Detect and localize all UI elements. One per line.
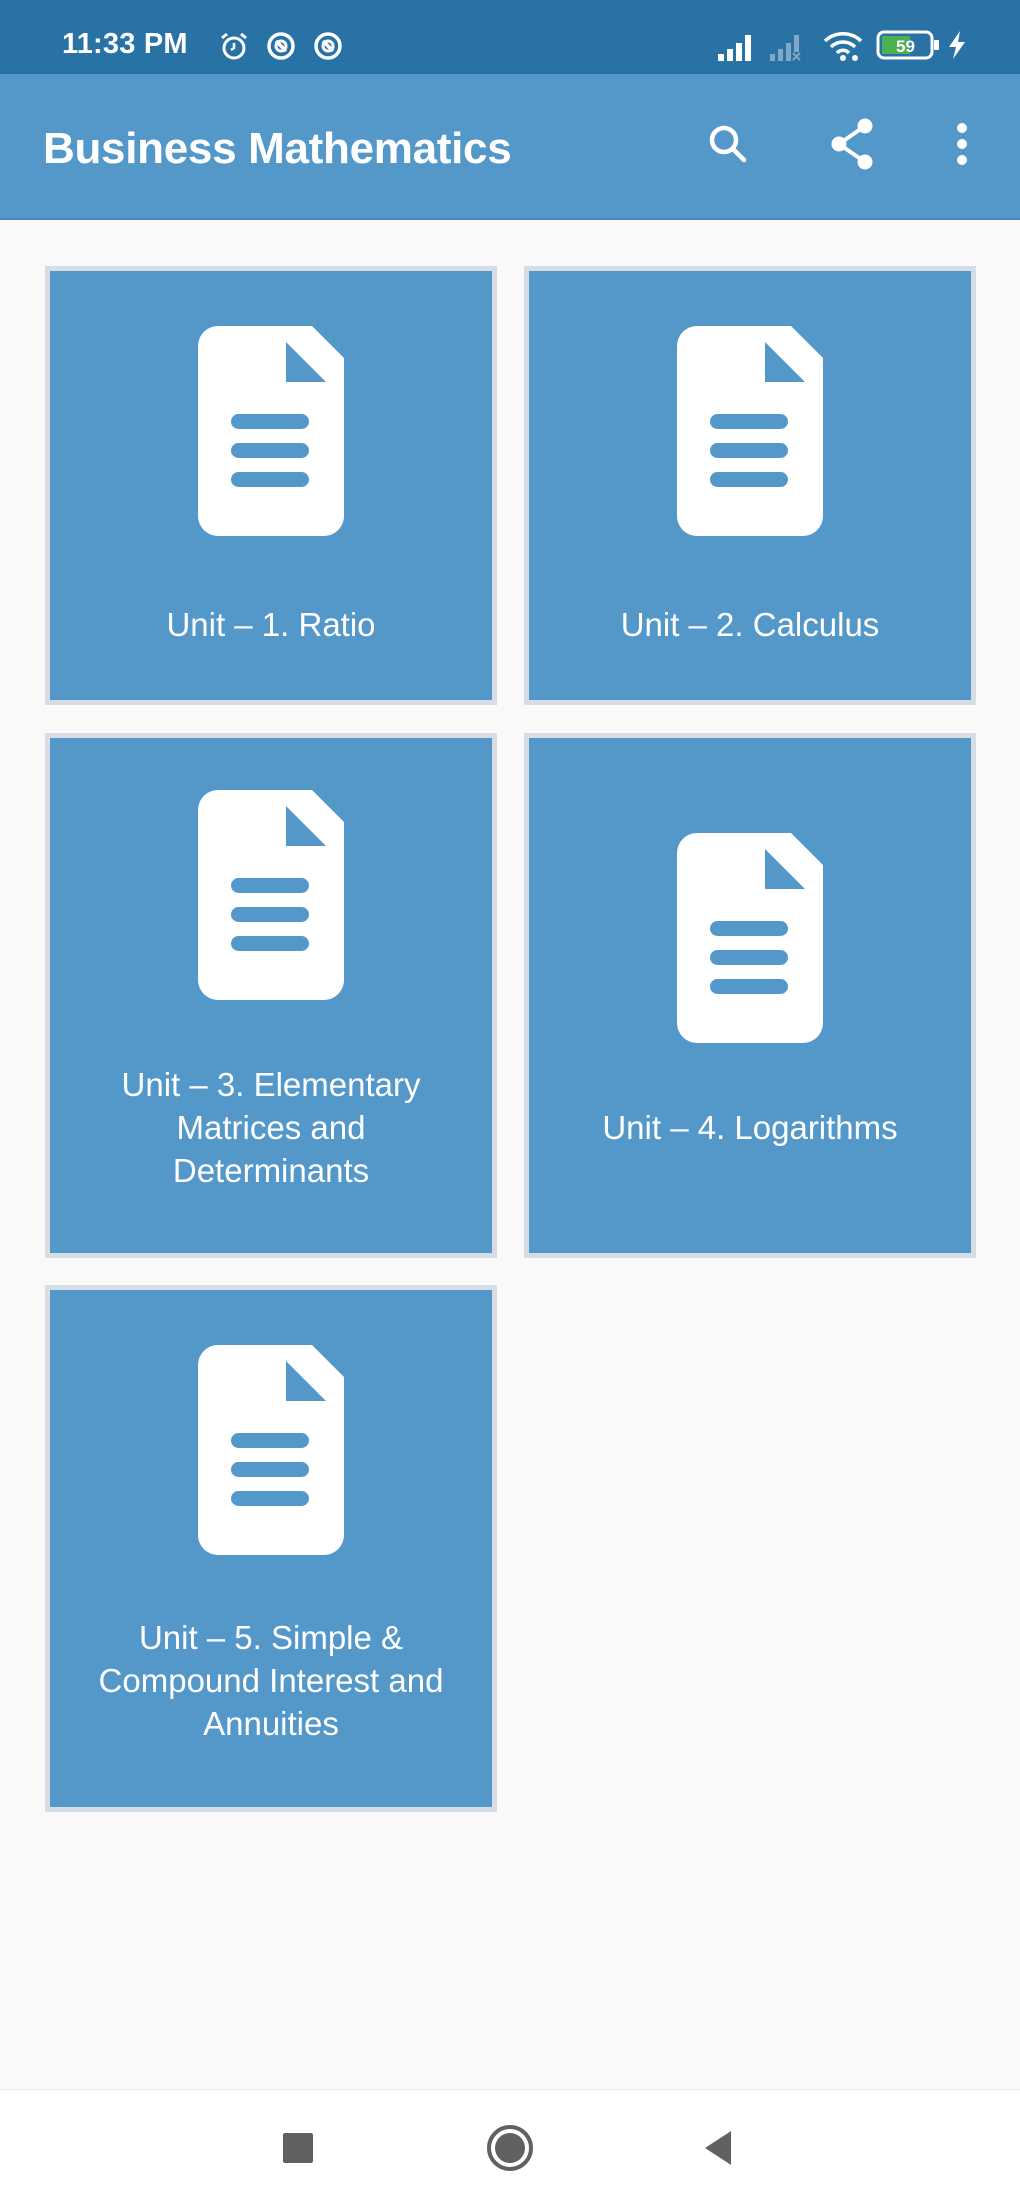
- unit-card-label: Unit – 2. Calculus: [620, 606, 880, 643]
- data-saver-icon: [312, 30, 344, 67]
- status-bar: 11:33 PM 59: [0, 0, 1020, 74]
- recents-button[interactable]: [268, 2120, 328, 2180]
- document-icon: [677, 833, 823, 1048]
- status-time: 11:33 PM: [62, 28, 188, 60]
- share-button[interactable]: [822, 116, 882, 176]
- unit-card[interactable]: Unit – 4. Logarithms: [524, 733, 976, 1258]
- unit-card[interactable]: Unit – 3. Elementary Matrices and Determ…: [45, 733, 497, 1258]
- document-icon: [677, 326, 823, 541]
- document-icon: [198, 1345, 344, 1560]
- home-button[interactable]: [480, 2120, 540, 2180]
- triangle-back-icon: [701, 2130, 735, 2171]
- wifi-icon: [823, 30, 863, 67]
- circle-icon: [485, 2123, 535, 2178]
- battery-icon: 59: [876, 30, 942, 65]
- search-icon: [704, 120, 752, 173]
- more-options-button[interactable]: [932, 116, 992, 176]
- more-vert-icon: [952, 119, 972, 174]
- battery-level: 59: [896, 37, 915, 56]
- unit-card-label: Unit – 4. Logarithms: [602, 1109, 898, 1146]
- unit-card[interactable]: Unit – 5. Simple & Compound Interest and…: [45, 1285, 497, 1812]
- back-button[interactable]: [688, 2120, 748, 2180]
- search-button[interactable]: [698, 116, 758, 176]
- signal-empty-icon: [770, 32, 810, 67]
- data-saver-icon: [265, 30, 297, 67]
- document-icon: [198, 790, 344, 1005]
- unit-card[interactable]: Unit – 2. Calculus: [524, 266, 976, 705]
- app-title: Business Mathematics: [43, 124, 512, 173]
- signal-full-icon: [718, 32, 758, 67]
- system-nav-bar: [0, 2089, 1020, 2211]
- charging-icon: [946, 30, 968, 65]
- alarm-icon: [218, 30, 250, 67]
- square-icon: [282, 2132, 314, 2169]
- app-bar: Business Mathematics: [0, 74, 1020, 220]
- share-icon: [827, 117, 877, 176]
- unit-card-label: Unit – 3. Elementary Matrices and Determ…: [121, 1066, 421, 1189]
- units-grid: Unit – 1. Ratio Unit – 2. Calculus Unit …: [0, 220, 1020, 2089]
- unit-card-label: Unit – 5. Simple & Compound Interest and…: [98, 1619, 444, 1742]
- document-icon: [198, 326, 344, 541]
- unit-card-label: Unit – 1. Ratio: [166, 606, 376, 643]
- unit-card[interactable]: Unit – 1. Ratio: [45, 266, 497, 705]
